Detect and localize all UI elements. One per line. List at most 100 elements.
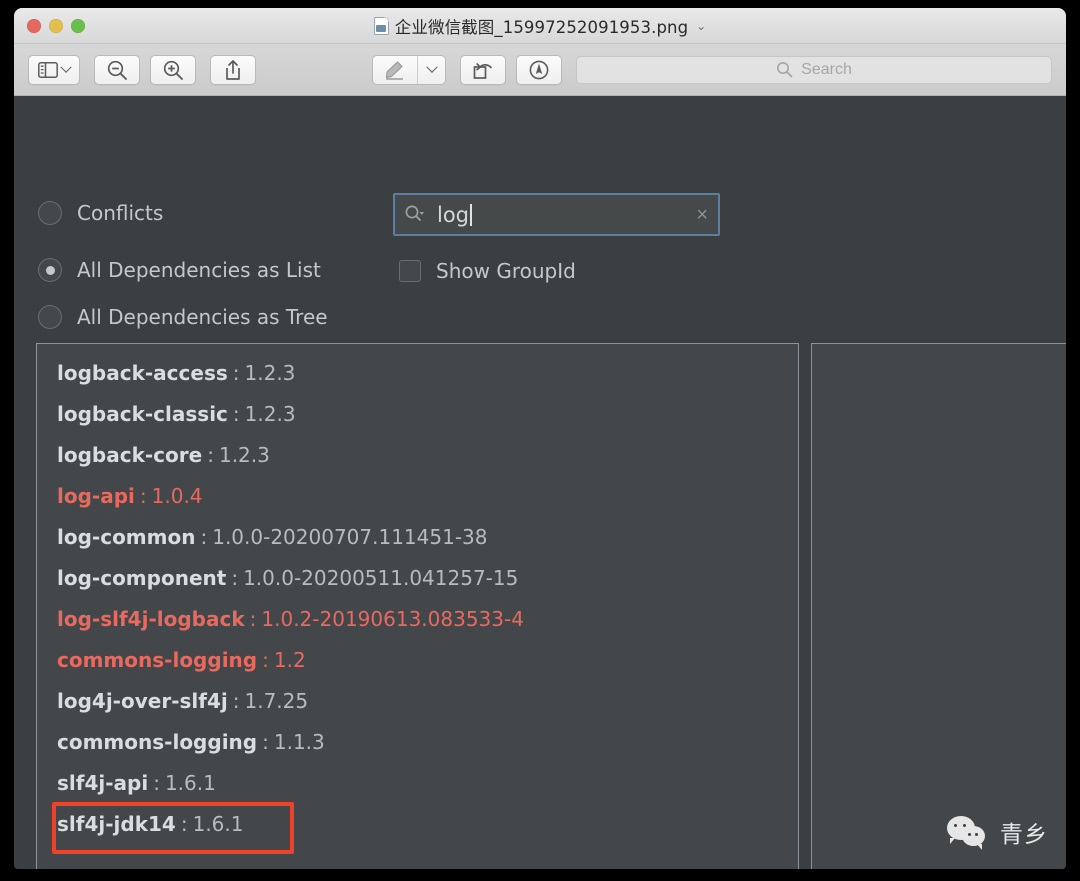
search-dropdown-icon[interactable] bbox=[404, 204, 425, 225]
dependency-version: 1.0.0-20200707.111451-38 bbox=[212, 524, 488, 549]
chevron-down-icon[interactable]: ⌄ bbox=[696, 20, 706, 32]
dependency-version: 1.7.25 bbox=[244, 688, 309, 713]
checkbox-label-show-groupid: Show GroupId bbox=[436, 259, 576, 283]
dependency-row[interactable]: slf4j-api:1.6.1 bbox=[37, 762, 798, 803]
wechat-watermark: 青乡 bbox=[947, 815, 1048, 849]
rotate-left-button[interactable] bbox=[460, 54, 506, 85]
dependency-row[interactable]: log-slf4j-logback:1.0.2-20190613.083533-… bbox=[37, 598, 798, 639]
dependency-version: 1.0.4 bbox=[151, 483, 203, 508]
dependency-separator: : bbox=[231, 565, 239, 590]
sidebar-toggle-button[interactable] bbox=[28, 54, 80, 85]
radio-option-conflicts[interactable]: Conflicts bbox=[38, 201, 163, 225]
dependency-separator: : bbox=[180, 811, 188, 836]
dependency-version: 1.2.3 bbox=[244, 360, 296, 385]
dependency-name: commons-logging bbox=[57, 647, 258, 672]
window-title-area: 企业微信截图_15997252091953.png ⌄ bbox=[14, 8, 1066, 44]
dependency-name: logback-classic bbox=[57, 401, 228, 426]
dependency-version: 1.2 bbox=[273, 647, 306, 672]
rotate-left-icon bbox=[472, 59, 494, 81]
preview-toolbar: Search bbox=[14, 44, 1066, 96]
dependency-name: log-common bbox=[57, 524, 196, 549]
dependency-separator: : bbox=[139, 483, 147, 508]
dependency-separator: : bbox=[153, 770, 160, 795]
dependency-search-field[interactable]: log × bbox=[393, 193, 720, 236]
viewed-image-content: Conflicts All Dependencies as List All D… bbox=[14, 96, 1066, 869]
window-titlebar: 企业微信截图_15997252091953.png ⌄ bbox=[14, 8, 1066, 44]
watermark-text: 青乡 bbox=[1000, 822, 1048, 848]
dependency-search-value-wrap: log bbox=[437, 203, 696, 227]
annotate-icon bbox=[528, 59, 550, 81]
dependency-version: 1.6.1 bbox=[164, 770, 216, 795]
radio-icon-selected[interactable] bbox=[38, 258, 62, 282]
dependency-list-panel[interactable]: logback-access:1.2.3 logback-classic:1.2.… bbox=[36, 343, 799, 869]
dependency-list: logback-access:1.2.3 logback-classic:1.2.… bbox=[37, 352, 798, 844]
pen-icon bbox=[384, 60, 406, 80]
radio-icon[interactable] bbox=[38, 201, 62, 225]
chevron-down-icon bbox=[425, 61, 438, 73]
preview-search-field[interactable]: Search bbox=[576, 55, 1052, 84]
dependency-name: log-api bbox=[57, 483, 135, 508]
markup-pen-button[interactable] bbox=[373, 56, 417, 84]
dependency-row[interactable]: log-api:1.0.4 bbox=[37, 475, 798, 516]
dependency-name: log-component bbox=[57, 565, 227, 590]
dependency-name: logback-core bbox=[57, 442, 203, 467]
document-image-icon bbox=[373, 17, 389, 35]
dependency-separator: : bbox=[262, 647, 269, 672]
radio-label-all-as-tree: All Dependencies as Tree bbox=[77, 305, 328, 329]
markup-tools-group[interactable] bbox=[372, 54, 446, 85]
checkbox-show-groupid[interactable]: Show GroupId bbox=[399, 259, 576, 283]
search-placeholder: Search bbox=[801, 60, 852, 78]
share-button[interactable] bbox=[210, 54, 256, 85]
dependency-separator: : bbox=[207, 442, 214, 467]
share-icon bbox=[223, 59, 243, 81]
dependency-name: commons-logging bbox=[57, 729, 258, 754]
dependency-row[interactable]: slf4j-jdk14:1.6.1 bbox=[37, 803, 798, 844]
dependency-separator: : bbox=[232, 401, 240, 426]
radio-label-all-as-list: All Dependencies as List bbox=[77, 258, 321, 282]
dependency-name: log-slf4j-logback bbox=[57, 606, 245, 631]
dependency-row[interactable]: log-component:1.0.0-20200511.041257-15 bbox=[37, 557, 798, 598]
dependency-row[interactable]: commons-logging:1.1.3 bbox=[37, 721, 798, 762]
radio-option-all-as-tree[interactable]: All Dependencies as Tree bbox=[38, 305, 328, 329]
radio-label-conflicts: Conflicts bbox=[77, 201, 164, 225]
chevron-down-icon bbox=[60, 61, 72, 73]
zoom-out-button[interactable] bbox=[94, 54, 140, 85]
dependency-version: 1.0.2-20190613.083533-4 bbox=[261, 606, 524, 631]
dependency-name: slf4j-jdk14 bbox=[57, 811, 176, 836]
dependency-version: 1.2.3 bbox=[244, 401, 296, 426]
dependency-detail-panel[interactable] bbox=[811, 343, 1066, 869]
dependency-row[interactable]: logback-classic:1.2.3 bbox=[37, 393, 798, 434]
clear-search-icon[interactable]: × bbox=[696, 205, 708, 225]
text-caret bbox=[470, 203, 472, 226]
annotate-button[interactable] bbox=[516, 54, 562, 85]
dependency-separator: : bbox=[232, 688, 240, 713]
zoom-in-button[interactable] bbox=[150, 54, 196, 85]
dependency-version: 1.6.1 bbox=[192, 811, 244, 836]
wechat-logo-icon bbox=[947, 815, 991, 849]
radio-option-all-as-list[interactable]: All Dependencies as List bbox=[38, 258, 321, 282]
dependency-row[interactable]: log-common:1.0.0-20200707.111451-38 bbox=[37, 516, 798, 557]
dependency-separator: : bbox=[200, 524, 208, 549]
dependency-search-value: log bbox=[437, 202, 470, 227]
zoom-in-icon bbox=[162, 59, 184, 81]
dependency-separator: : bbox=[249, 606, 257, 631]
dependency-row[interactable]: logback-access:1.2.3 bbox=[37, 352, 798, 393]
dependency-separator: : bbox=[262, 729, 269, 754]
dependency-name: log4j-over-slf4j bbox=[57, 688, 228, 713]
search-icon bbox=[776, 61, 793, 78]
radio-icon[interactable] bbox=[38, 305, 62, 329]
preview-window: 企业微信截图_15997252091953.png ⌄ Search Confl… bbox=[14, 8, 1066, 869]
dependency-row[interactable]: log4j-over-slf4j:1.7.25 bbox=[37, 680, 798, 721]
dependency-separator: : bbox=[232, 360, 240, 385]
dependency-row[interactable]: commons-logging:1.2 bbox=[37, 639, 798, 680]
checkbox-icon[interactable] bbox=[399, 260, 421, 282]
dependency-name: logback-access bbox=[57, 360, 228, 385]
window-title: 企业微信截图_15997252091953.png bbox=[394, 18, 689, 37]
dependency-name: slf4j-api bbox=[57, 770, 149, 795]
markup-options-button[interactable] bbox=[417, 55, 445, 84]
sidebar-icon bbox=[38, 61, 58, 78]
dependency-row[interactable]: logback-core:1.2.3 bbox=[37, 434, 798, 475]
dependency-version: 1.2.3 bbox=[218, 442, 270, 467]
zoom-out-icon bbox=[106, 59, 128, 81]
dependency-version: 1.0.0-20200511.041257-15 bbox=[243, 565, 519, 590]
